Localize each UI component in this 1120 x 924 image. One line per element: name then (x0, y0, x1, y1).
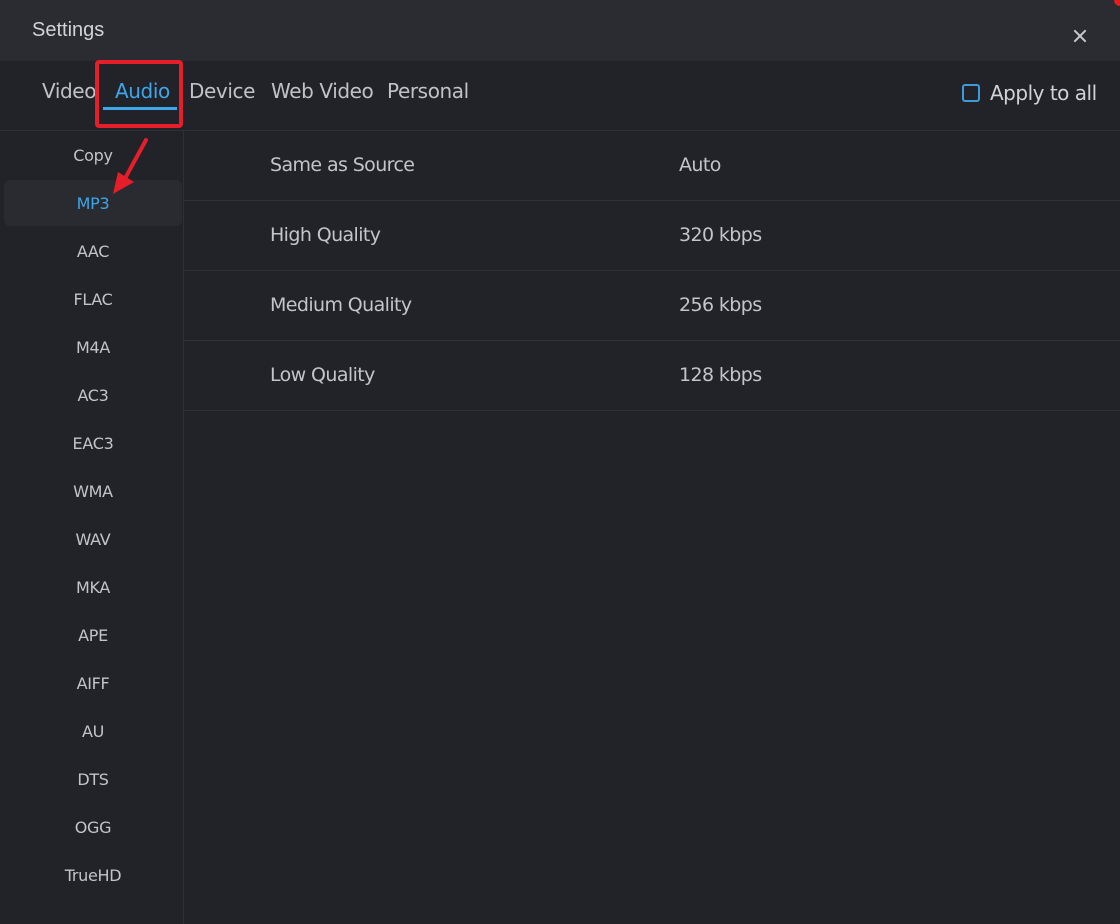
format-item-aac[interactable]: AAC (4, 228, 182, 274)
quality-row-high[interactable]: High Quality 320 kbps (184, 201, 1120, 271)
format-item-truehd[interactable]: TrueHD (4, 852, 182, 898)
tab-video[interactable]: Video (42, 79, 96, 103)
quality-value: 320 kbps (679, 224, 762, 246)
checkbox-icon[interactable] (962, 84, 980, 102)
annotation-arrow-icon (113, 138, 148, 194)
quality-list: Same as Source Auto High Quality 320 kbp… (184, 131, 1120, 924)
quality-name: High Quality (270, 224, 381, 246)
format-item-au[interactable]: AU (4, 708, 182, 754)
quality-value: 256 kbps (679, 294, 762, 316)
format-item-flac[interactable]: FLAC (4, 276, 182, 322)
apply-to-all-label: Apply to all (990, 81, 1097, 105)
format-item-eac3[interactable]: EAC3 (4, 420, 182, 466)
format-item-aiff[interactable]: AIFF (4, 660, 182, 706)
quality-name: Medium Quality (270, 294, 412, 316)
dialog-title: Settings (32, 19, 105, 41)
settings-dialog: Settings Video Audio Device Web Video Pe… (0, 0, 1120, 924)
format-item-dts[interactable]: DTS (4, 756, 182, 802)
format-item-mka[interactable]: MKA (4, 564, 182, 610)
annotation-highlight-box (95, 60, 183, 128)
quality-value: 128 kbps (679, 364, 762, 386)
quality-name: Low Quality (270, 364, 375, 386)
quality-name: Same as Source (270, 154, 415, 176)
format-item-wma[interactable]: WMA (4, 468, 182, 514)
quality-row-same-as-source[interactable]: Same as Source Auto (184, 131, 1120, 201)
apply-to-all-checkbox[interactable]: Apply to all (962, 81, 1097, 105)
title-bar: Settings (0, 0, 1120, 61)
tab-personal[interactable]: Personal (387, 79, 469, 103)
format-item-ogg[interactable]: OGG (4, 804, 182, 850)
quality-row-medium[interactable]: Medium Quality 256 kbps (184, 271, 1120, 341)
quality-row-low[interactable]: Low Quality 128 kbps (184, 341, 1120, 411)
format-item-ape[interactable]: APE (4, 612, 182, 658)
tab-web-video[interactable]: Web Video (271, 79, 374, 103)
format-item-ac3[interactable]: AC3 (4, 372, 182, 418)
format-item-m4a[interactable]: M4A (4, 324, 182, 370)
format-item-wav[interactable]: WAV (4, 516, 182, 562)
tab-device[interactable]: Device (189, 79, 255, 103)
close-icon[interactable] (1068, 24, 1092, 48)
format-list: Copy MP3 AAC FLAC M4A AC3 EAC3 WMA WAV M… (0, 131, 184, 924)
quality-value: Auto (679, 154, 721, 176)
